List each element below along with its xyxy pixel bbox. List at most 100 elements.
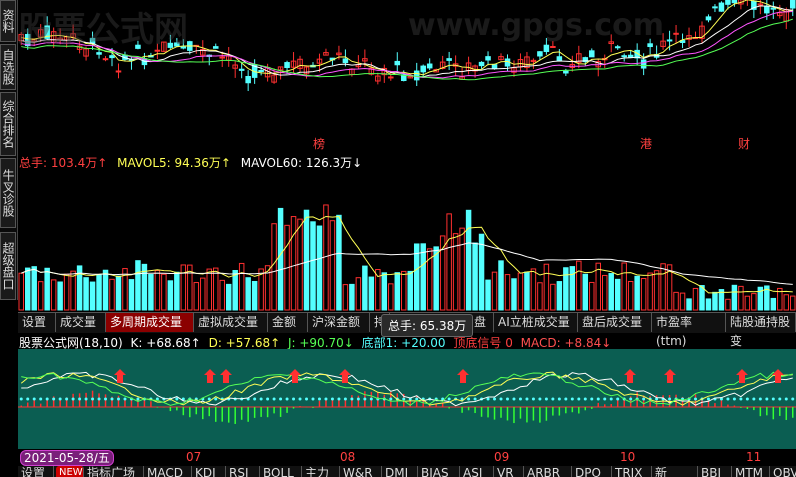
signal-dot [65,397,69,401]
event-marker-rank[interactable]: 榜 [313,135,325,152]
tab-pan[interactable]: 盘 [470,313,494,332]
volume-bar [355,277,362,311]
signal-dot [557,397,561,401]
sidebar-tab-orderbook[interactable]: 超级盘口 [0,232,16,300]
tab-after-hours-volume[interactable]: 盘后成交量 [578,313,652,332]
volume-bar [770,297,777,311]
volume-bar [686,298,692,311]
sidebar-tab-ranking[interactable]: 综合排名 [0,92,16,156]
signal-dot [84,397,88,401]
tab-ai-volume[interactable]: AI立桩成交量 [494,313,578,332]
signal-dot [616,397,620,401]
volume-bar [76,265,83,311]
signal-dot [330,397,334,401]
tab2-kdj[interactable]: KDJ [192,466,226,477]
tab2-main-force[interactable]: 主力 [302,466,340,477]
volume-bar [582,273,589,311]
volume-bar [232,270,238,311]
tab2-new-badge[interactable]: NEW [56,466,84,477]
month-label-11: 11 [746,450,762,464]
volume-bar [167,280,174,311]
candle-body [219,56,225,59]
signal-dot [305,397,309,401]
volume-bar [692,287,699,311]
signal-dot [518,397,522,401]
tab-northbound-holdings[interactable]: 陆股通持股变 [726,313,796,348]
tab2-bbi[interactable]: BBI [698,466,732,477]
tab-sh-sz-amount[interactable]: 沪深金额 [308,313,370,332]
signal-dot [694,397,698,401]
volume-bar [472,242,478,311]
volume-chart[interactable] [18,152,796,312]
tab2-arbr[interactable]: ARBR [524,466,572,477]
event-marker-hk[interactable]: 港 [640,135,652,152]
signal-dot [544,397,548,401]
volume-bar [316,225,323,311]
left-sidebar: 资料 自选股 综合排名 牛叉诊股 超级盘口 [0,0,18,300]
volume-bar [31,266,37,311]
tab2-rsi[interactable]: RSI [226,466,260,477]
volume-bar [225,283,232,311]
indicator-tabbar: 设置 NEW 指标广场 MACD KDJ RSI BOLL 主力 W&R DMI… [18,466,796,477]
signal-dot [668,397,672,401]
volume-bar [712,291,718,311]
signal-dot [324,397,328,401]
indicator-name[interactable]: 股票公式网(18,10) [19,336,123,350]
indicator-chart[interactable] [18,349,796,449]
sidebar-tab-watchlist[interactable]: 自选股 [0,44,16,90]
tab2-settings[interactable]: 设置 [18,466,54,477]
volume-bar [303,209,310,311]
signal-dot [531,397,535,401]
volume-bar [504,274,511,311]
tab-virtual-volume[interactable]: 虚拟成交量 [194,313,268,332]
signal-dot [784,397,788,401]
candle-body [485,56,491,61]
candlestick-panel[interactable]: 股票公式网 www.gpgs.com 榜 港 财 [18,0,796,152]
tab2-macd[interactable]: MACD [144,466,192,477]
signal-dot [214,397,218,401]
month-label-10: 10 [620,450,636,464]
buy-signal-arrow [114,369,126,383]
tab2-wr[interactable]: W&R [340,466,382,477]
candle-body [212,46,219,49]
candle-body [666,39,673,42]
sidebar-tab-profile[interactable]: 资料 [0,0,16,42]
signal-dot [123,397,127,401]
volume-bar [336,214,342,311]
tab-multi-period-volume[interactable]: 多周期成交量 [106,313,194,332]
volume-panel[interactable] [18,152,796,312]
tab2-indicator-square[interactable]: 指标广场 [84,466,144,477]
tab2-trix[interactable]: TRIX [612,466,652,477]
event-marker-finance[interactable]: 财 [738,135,750,152]
signal-dot [97,397,101,401]
volume-bar [63,273,70,311]
candle-body [589,50,595,58]
tab-pe-ttm[interactable]: 市盈率(ttm) [652,313,726,348]
tab-volume[interactable]: 成交量 [56,313,106,332]
volume-bar [238,262,245,311]
date-axis: 2021-05-28/五 07 08 09 10 11 [18,449,796,467]
indicator-panel[interactable] [18,349,796,449]
signal-dot [538,397,542,401]
signal-dot [706,397,710,401]
tab2-mtm[interactable]: MTM [732,466,770,477]
volume-bar [459,227,465,311]
tab2-dpo[interactable]: DPO [572,466,612,477]
tab-amount[interactable]: 金额 [268,313,308,332]
signal-dot [279,397,283,401]
sidebar-tab-diagnosis[interactable]: 牛叉诊股 [0,158,16,228]
tab2-vr[interactable]: VR [494,466,524,477]
tab2-obv[interactable]: OBV [770,466,796,477]
tab2-asi[interactable]: ASI [460,466,494,477]
volume-bar [478,233,485,311]
tab2-boll[interactable]: BOLL [260,466,302,477]
tab-settings[interactable]: 设置 [18,313,56,332]
signal-dot [603,397,607,401]
volume-bar [517,272,524,311]
tab2-bias[interactable]: BIAS [418,466,460,477]
volume-bar [271,223,277,311]
signal-dot [765,397,769,401]
watermark-cn: 股票公式网 [18,10,188,50]
tab2-dmi[interactable]: DMI [382,466,418,477]
tab2-new-dma[interactable]: 新DMA [652,466,698,477]
